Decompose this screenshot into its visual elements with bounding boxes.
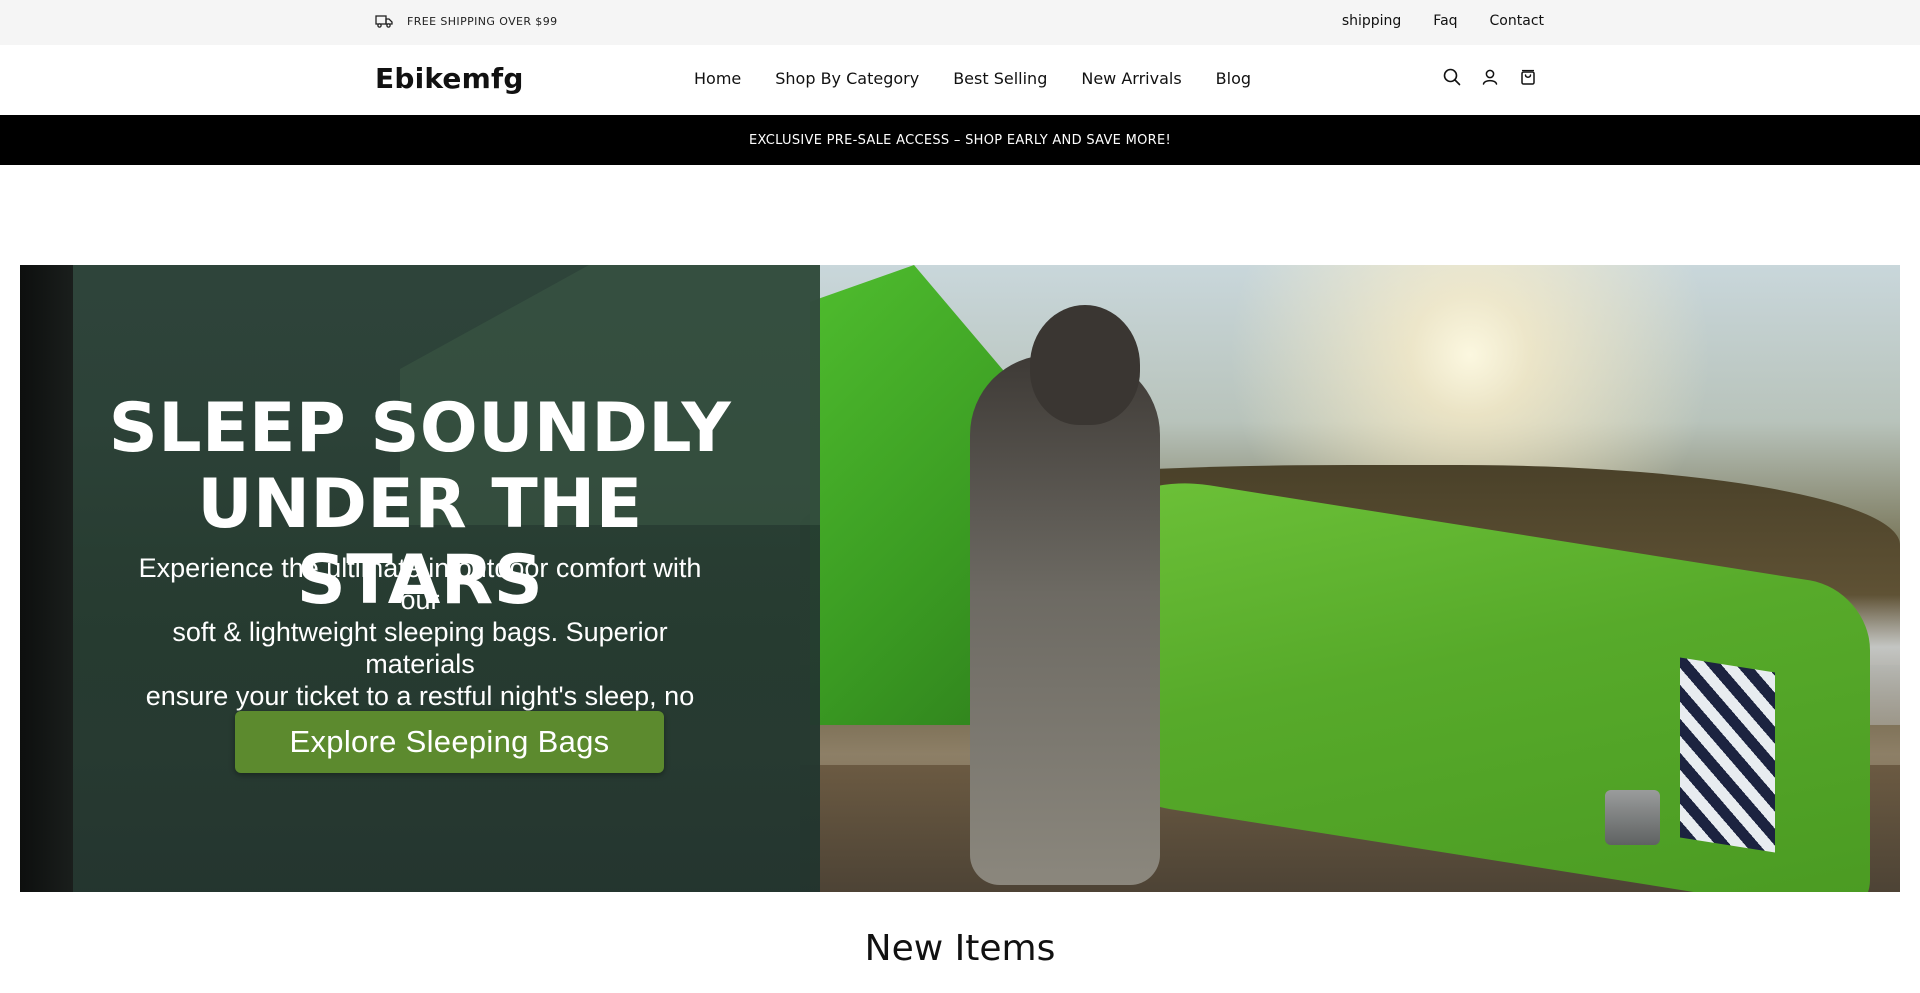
hero-headline-line-1: SLEEP SOUNDLY	[108, 389, 732, 468]
hero-subtext-line-1: Experience the ultimate in outdoor comfo…	[138, 553, 702, 615]
hero-banner[interactable]: SLEEP SOUNDLY UNDER THE STARS Experience…	[20, 265, 1900, 892]
shipping-notice-text: FREE SHIPPING OVER $99	[407, 14, 558, 28]
account-icon[interactable]	[1480, 67, 1500, 87]
hero-camping-cup	[1605, 790, 1660, 845]
search-icon[interactable]	[1442, 67, 1462, 87]
hero-panel-edge	[20, 265, 73, 892]
explore-sleeping-bags-button[interactable]: Explore Sleeping Bags	[235, 711, 664, 773]
site-logo[interactable]: Ebikemfg	[375, 62, 524, 95]
announcement-text: EXCLUSIVE PRE-SALE ACCESS – SHOP EARLY A…	[748, 132, 1172, 148]
announcement-bar: EXCLUSIVE PRE-SALE ACCESS – SHOP EARLY A…	[0, 115, 1920, 165]
main-nav: Home Shop By Category Best Selling New A…	[694, 69, 1251, 88]
shipping-notice: FREE SHIPPING OVER $99	[375, 14, 558, 28]
new-items-heading: New Items	[864, 928, 1056, 969]
contact-link[interactable]: Contact	[1490, 13, 1544, 29]
utility-links: shipping Faq Contact	[1342, 13, 1544, 29]
hero-sleeping-bag-pattern	[1680, 657, 1775, 853]
hero-person-head	[1030, 305, 1140, 425]
nav-blog[interactable]: Blog	[1216, 69, 1251, 88]
nav-best-selling[interactable]: Best Selling	[953, 69, 1047, 88]
cart-icon[interactable]	[1518, 67, 1538, 87]
nav-home[interactable]: Home	[694, 69, 741, 88]
site-header: Ebikemfg Home Shop By Category Best Sell…	[0, 45, 1920, 115]
hero-person	[970, 355, 1160, 885]
nav-shop-by-category[interactable]: Shop By Category	[775, 69, 919, 88]
top-utility-bar: FREE SHIPPING OVER $99 shipping Faq Cont…	[0, 0, 1920, 45]
hero-subtext-line-2: soft & lightweight sleeping bags. Superi…	[172, 617, 668, 679]
truck-icon	[375, 15, 393, 28]
nav-new-arrivals[interactable]: New Arrivals	[1081, 69, 1181, 88]
header-icons	[1442, 67, 1538, 87]
shipping-link[interactable]: shipping	[1342, 13, 1401, 29]
faq-link[interactable]: Faq	[1433, 13, 1457, 29]
